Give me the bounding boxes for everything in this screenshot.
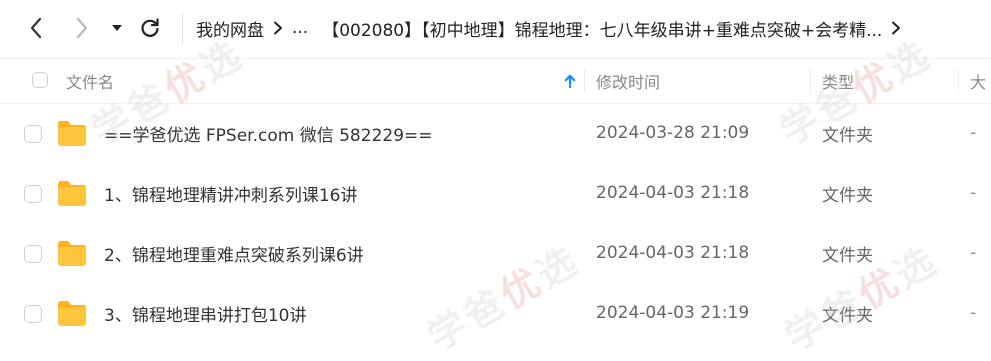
file-type: 文件夹 [822, 245, 873, 266]
file-type: 文件夹 [822, 305, 873, 326]
sort-ascending-button[interactable] [558, 59, 582, 103]
row-checkbox[interactable] [24, 185, 42, 203]
row-checkbox[interactable] [24, 245, 42, 263]
file-name[interactable]: 3、锦程地理串讲打包10讲 [104, 283, 306, 343]
breadcrumb-root[interactable]: 我的网盘 [196, 16, 264, 41]
file-size: - [970, 123, 977, 143]
breadcrumb-current[interactable]: 【002080】【初中地理】锦程地理：七八年级串讲+重难点突破+会考精... [322, 16, 882, 41]
folder-icon [58, 301, 86, 326]
file-modified-time: 2024-04-03 21:18 [596, 243, 750, 263]
folder-icon [58, 121, 86, 146]
file-modified-time: 2024-04-03 21:18 [596, 183, 750, 203]
file-name[interactable]: 2、锦程地理重难点突破系列课6讲 [104, 223, 364, 283]
refresh-icon [141, 18, 159, 37]
column-header-modified-time[interactable]: 修改时间 [596, 59, 660, 103]
caret-down-icon [112, 25, 122, 31]
file-name[interactable]: ==学爸优选 FPSer.com 微信 582229== [104, 103, 433, 163]
folder-icon [58, 181, 86, 206]
file-row[interactable]: 1、锦程地理精讲冲刺系列课16讲 2024-04-03 21:18 文件夹 - [0, 163, 991, 223]
column-divider[interactable] [584, 69, 585, 93]
breadcrumb: 我的网盘 ... 【002080】【初中地理】锦程地理：七八年级串讲+重难点突破… [196, 14, 910, 42]
chevron-right-icon [264, 14, 292, 42]
file-modified-time: 2024-03-28 21:09 [596, 123, 750, 143]
file-row[interactable]: ==学爸优选 FPSer.com 微信 582229== 2024-03-28 … [0, 103, 991, 163]
file-list-header: 文件名 修改时间 类型 大 [0, 58, 991, 104]
column-divider[interactable] [958, 69, 959, 93]
file-modified-time: 2024-04-03 21:19 [596, 303, 750, 323]
file-size: - [970, 243, 977, 263]
toolbar: 我的网盘 ... 【002080】【初中地理】锦程地理：七八年级串讲+重难点突破… [0, 0, 991, 58]
arrow-up-icon [564, 74, 576, 88]
breadcrumb-ellipsis[interactable]: ... [292, 18, 308, 38]
column-header-type[interactable]: 类型 [822, 59, 854, 103]
column-header-name[interactable]: 文件名 [66, 59, 114, 103]
select-all-checkbox[interactable] [32, 72, 48, 88]
column-header-size[interactable]: 大 [970, 59, 986, 103]
file-size: - [970, 303, 977, 323]
toolbar-divider [182, 13, 183, 45]
forward-button[interactable] [68, 14, 96, 42]
folder-icon [58, 241, 86, 266]
row-checkbox[interactable] [24, 125, 42, 143]
history-dropdown-button[interactable] [106, 14, 128, 42]
row-checkbox[interactable] [24, 305, 42, 323]
file-name[interactable]: 1、锦程地理精讲冲刺系列课16讲 [104, 163, 357, 223]
chevron-right-icon [76, 17, 88, 39]
file-type: 文件夹 [822, 185, 873, 206]
column-divider[interactable] [810, 69, 811, 93]
refresh-button[interactable] [136, 14, 164, 42]
file-type: 文件夹 [822, 125, 873, 146]
back-button[interactable] [22, 14, 50, 42]
file-row[interactable]: 2、锦程地理重难点突破系列课6讲 2024-04-03 21:18 文件夹 - [0, 223, 991, 283]
chevron-right-icon[interactable] [882, 14, 910, 42]
file-row[interactable]: 3、锦程地理串讲打包10讲 2024-04-03 21:19 文件夹 - [0, 283, 991, 343]
file-size: - [970, 183, 977, 203]
chevron-left-icon [30, 17, 42, 39]
